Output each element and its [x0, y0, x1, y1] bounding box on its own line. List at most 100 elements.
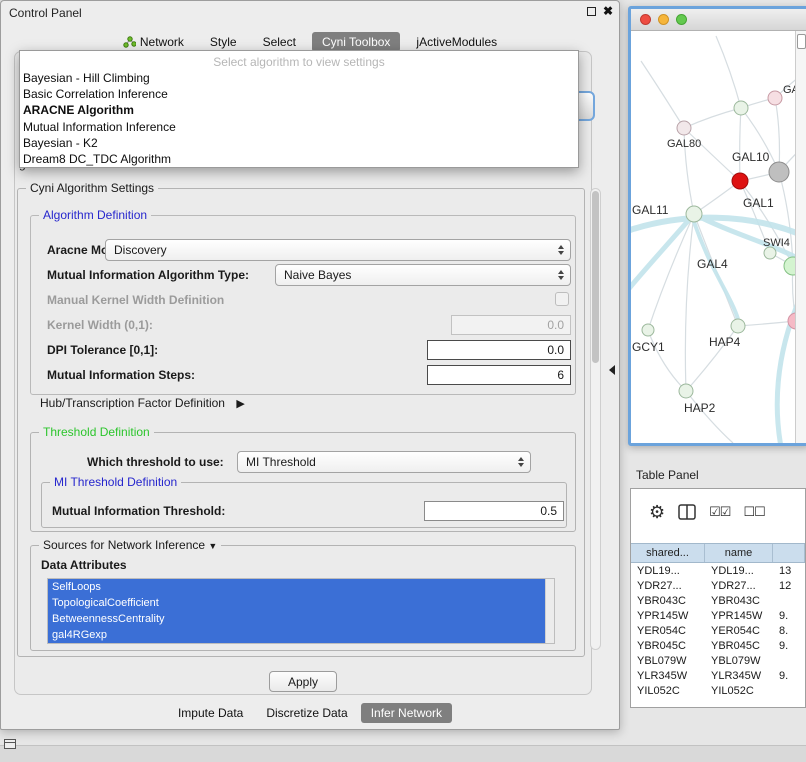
manual-kernel-width-checkbox[interactable]: [555, 292, 569, 306]
dropdown-item[interactable]: Bayesian - Hill Climbing: [20, 70, 578, 86]
tab-impute-data[interactable]: Impute Data: [168, 703, 253, 723]
scrollbar-thumb[interactable]: [797, 34, 806, 49]
tab-network[interactable]: Network: [113, 32, 194, 52]
sources-toggle[interactable]: Sources for Network Inference ▼: [39, 538, 221, 552]
cell[interactable]: 12: [773, 579, 805, 594]
cell[interactable]: YDL19...: [631, 564, 705, 579]
minimized-panel-icon[interactable]: [4, 739, 16, 749]
kernel-width-field[interactable]: 0.0: [451, 315, 571, 335]
cell[interactable]: YBR045C: [705, 639, 773, 654]
tab-cyni-toolbox[interactable]: Cyni Toolbox: [312, 32, 400, 52]
close-icon[interactable]: ✖: [603, 5, 613, 17]
network-node[interactable]: [768, 91, 782, 105]
scrollbar-thumb[interactable]: [592, 191, 599, 363]
cell[interactable]: YBL079W: [631, 654, 705, 669]
dropdown-item[interactable]: Basic Correlation Inference: [20, 86, 578, 102]
column-header[interactable]: [773, 544, 805, 562]
network-canvas[interactable]: GAL GAL80 GAL10 GAL11 GAL1 SWI4 GAL4 GCY…: [631, 31, 806, 443]
cell[interactable]: YBR043C: [631, 594, 705, 609]
dropdown-item-selected[interactable]: ARACNE Algorithm: [20, 102, 578, 118]
tab-discretize-data[interactable]: Discretize Data: [256, 703, 357, 723]
cell[interactable]: YBR043C: [705, 594, 773, 609]
float-window-icon[interactable]: [587, 7, 596, 16]
list-item[interactable]: gal4RGexp: [48, 627, 554, 643]
cell[interactable]: YER054C: [631, 624, 705, 639]
which-threshold-select[interactable]: MI Threshold: [237, 451, 531, 473]
tab-select[interactable]: Select: [253, 32, 306, 52]
cell[interactable]: [773, 654, 805, 669]
algorithm-definition-group: Algorithm Definition Aracne Mode: Discov…: [30, 215, 576, 395]
control-panel-titlebar[interactable]: Control Panel ✖: [1, 1, 619, 25]
cell[interactable]: 9.: [773, 669, 805, 684]
table-row[interactable]: YIL052CYIL052C: [631, 684, 805, 699]
cell[interactable]: YDL19...: [705, 564, 773, 579]
hub-definition-toggle[interactable]: Hub/Transcription Factor Definition ▶: [40, 396, 245, 410]
network-node[interactable]: [731, 319, 745, 333]
table-row[interactable]: YPR145WYPR145W9.: [631, 609, 805, 624]
data-attributes-list[interactable]: SelfLoops TopologicalCoefficient Between…: [47, 578, 555, 644]
table-row[interactable]: YBR043CYBR043C: [631, 594, 805, 609]
table-row[interactable]: YDR27...YDR27...12: [631, 579, 805, 594]
mi-algorithm-type-select[interactable]: Naive Bayes: [275, 264, 571, 286]
network-scrollbar[interactable]: [795, 31, 806, 443]
dropdown-item[interactable]: Bayesian - K2: [20, 135, 578, 151]
cell[interactable]: [773, 594, 805, 609]
cell[interactable]: 8.: [773, 624, 805, 639]
network-node[interactable]: [769, 162, 789, 182]
network-node-red[interactable]: [732, 173, 748, 189]
column-header[interactable]: name: [705, 544, 773, 562]
aracne-mode-select[interactable]: Discovery: [105, 239, 571, 261]
network-window-titlebar[interactable]: [631, 9, 806, 31]
gear-icon[interactable]: ⚙: [649, 502, 665, 523]
table-row[interactable]: YDL19...YDL19...13: [631, 564, 805, 579]
network-node[interactable]: [642, 324, 654, 336]
cell[interactable]: YIL052C: [631, 684, 705, 699]
tab-jactivemodules[interactable]: jActiveModules: [406, 32, 507, 52]
deselect-all-checkboxes-icon[interactable]: ☐☐: [743, 504, 764, 520]
cell[interactable]: YER054C: [705, 624, 773, 639]
table-row[interactable]: YLR345WYLR345W9.: [631, 669, 805, 684]
tab-infer-network[interactable]: Infer Network: [361, 703, 452, 723]
minimize-button[interactable]: [658, 14, 669, 25]
dropdown-item[interactable]: Dream8 DC_TDC Algorithm: [20, 151, 578, 167]
table-body: YDL19...YDL19...13 YDR27...YDR27...12 YB…: [631, 564, 805, 699]
settings-scrollbar[interactable]: [590, 188, 601, 650]
cell[interactable]: YPR145W: [705, 609, 773, 624]
cell[interactable]: YLR345W: [705, 669, 773, 684]
splitter-grip-icon[interactable]: [609, 365, 615, 375]
zoom-button[interactable]: [676, 14, 687, 25]
list-item[interactable]: SelfLoops: [48, 579, 554, 595]
mi-steps-field[interactable]: 6: [427, 365, 571, 385]
cell[interactable]: YIL052C: [705, 684, 773, 699]
table-row[interactable]: YBR045CYBR045C9.: [631, 639, 805, 654]
cell[interactable]: [773, 684, 805, 699]
cell[interactable]: YBL079W: [705, 654, 773, 669]
cell[interactable]: YDR27...: [631, 579, 705, 594]
list-item[interactable]: BetweennessCentrality: [48, 611, 554, 627]
dropdown-item[interactable]: Mutual Information Inference: [20, 119, 578, 135]
column-header[interactable]: shared...: [631, 544, 705, 562]
mi-threshold-field[interactable]: 0.5: [424, 501, 564, 521]
cell[interactable]: 9.: [773, 609, 805, 624]
dpi-tolerance-field[interactable]: 0.0: [427, 340, 571, 360]
network-node[interactable]: [677, 121, 691, 135]
columns-icon[interactable]: [678, 504, 696, 520]
cell[interactable]: 9.: [773, 639, 805, 654]
cell[interactable]: YBR045C: [631, 639, 705, 654]
network-node[interactable]: [734, 101, 748, 115]
network-node[interactable]: [686, 206, 702, 222]
cell[interactable]: YPR145W: [631, 609, 705, 624]
apply-button[interactable]: Apply: [269, 671, 337, 692]
cell[interactable]: YLR345W: [631, 669, 705, 684]
cell[interactable]: 13: [773, 564, 805, 579]
network-node[interactable]: [679, 384, 693, 398]
select-all-checkboxes-icon[interactable]: ☑☑: [709, 504, 730, 520]
close-button[interactable]: [640, 14, 651, 25]
cell[interactable]: YDR27...: [705, 579, 773, 594]
node-label: GAL10: [732, 150, 770, 164]
table-row[interactable]: YBL079WYBL079W: [631, 654, 805, 669]
list-scrollbar[interactable]: [545, 579, 554, 643]
tab-style[interactable]: Style: [200, 32, 247, 52]
list-item[interactable]: TopologicalCoefficient: [48, 595, 554, 611]
table-row[interactable]: YER054CYER054C8.: [631, 624, 805, 639]
